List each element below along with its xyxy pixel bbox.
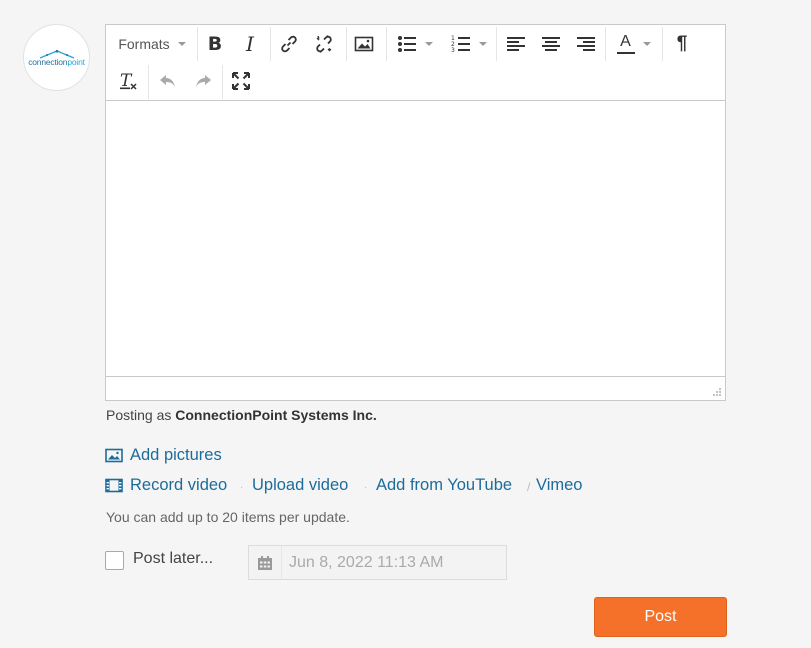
paragraph-icon: ¶ bbox=[676, 33, 688, 54]
unlink-icon bbox=[316, 35, 332, 53]
text-color-glyph: A bbox=[620, 33, 631, 50]
fullscreen-button[interactable] bbox=[227, 65, 255, 97]
bullet-list-icon bbox=[397, 36, 416, 52]
formats-dropdown[interactable]: Formats bbox=[111, 28, 193, 60]
rich-text-editor: Formats B I 1 2 3 A ¶ T bbox=[105, 24, 726, 401]
picture-icon bbox=[105, 448, 123, 463]
text-color-button[interactable]: A bbox=[611, 28, 656, 60]
chevron-down-icon bbox=[177, 42, 186, 46]
editor-content-area[interactable] bbox=[106, 102, 725, 377]
bold-button[interactable]: B bbox=[202, 28, 228, 60]
post-button[interactable]: Post bbox=[594, 597, 727, 637]
align-center-button[interactable] bbox=[538, 28, 564, 60]
redo-button[interactable] bbox=[189, 65, 217, 97]
separator-dot: · bbox=[364, 482, 368, 493]
unlink-button[interactable] bbox=[311, 28, 337, 60]
schedule-date-field bbox=[248, 545, 507, 580]
undo-button[interactable] bbox=[154, 65, 182, 97]
text-color-icon: A bbox=[616, 33, 635, 54]
vimeo-label: Vimeo bbox=[536, 476, 583, 494]
record-video-link[interactable]: Record video bbox=[105, 476, 227, 495]
company-logo-text: connectionpoint bbox=[28, 57, 85, 67]
upload-video-link[interactable]: Upload video bbox=[252, 476, 348, 495]
vimeo-link[interactable]: Vimeo bbox=[536, 476, 582, 495]
align-left-button[interactable] bbox=[503, 28, 529, 60]
posting-as-prefix: Posting as bbox=[106, 407, 172, 423]
italic-button[interactable]: I bbox=[237, 28, 263, 60]
insert-link-button[interactable] bbox=[276, 28, 302, 60]
image-icon bbox=[354, 36, 374, 52]
post-later-label[interactable]: Post later... bbox=[133, 550, 213, 568]
record-video-label: Record video bbox=[130, 476, 228, 494]
add-from-youtube-label: Add from YouTube bbox=[376, 476, 513, 494]
resize-handle-icon[interactable] bbox=[712, 387, 722, 397]
posting-as-text: Posting as ConnectionPoint Systems Inc. bbox=[106, 407, 377, 423]
calendar-icon bbox=[249, 546, 282, 579]
logo-accent-text: point bbox=[67, 56, 85, 67]
align-right-button[interactable] bbox=[573, 28, 599, 60]
fullscreen-icon bbox=[232, 72, 250, 90]
upload-video-label: Upload video bbox=[252, 476, 349, 494]
numbered-list-button[interactable]: 1 2 3 bbox=[446, 28, 491, 60]
insert-image-button[interactable] bbox=[351, 28, 377, 60]
redo-icon bbox=[196, 75, 211, 87]
add-from-youtube-link[interactable]: Add from YouTube bbox=[376, 476, 512, 495]
slash-separator: / bbox=[527, 480, 531, 494]
chevron-down-icon bbox=[642, 42, 651, 46]
schedule-date-input[interactable] bbox=[282, 552, 502, 573]
clear-formatting-button[interactable]: T bbox=[115, 65, 143, 97]
align-right-icon bbox=[577, 37, 595, 51]
formats-label: Formats bbox=[118, 36, 170, 52]
bullet-list-button[interactable] bbox=[392, 28, 437, 60]
align-center-icon bbox=[542, 37, 560, 51]
svg-text:3: 3 bbox=[451, 47, 455, 54]
align-left-icon bbox=[507, 37, 525, 51]
editor-statusbar bbox=[106, 376, 725, 400]
italic-icon: I bbox=[246, 32, 254, 56]
bold-icon: B bbox=[207, 33, 223, 55]
items-limit-note: You can add up to 20 items per update. bbox=[106, 509, 350, 525]
clear-formatting-icon: T bbox=[120, 71, 137, 91]
add-pictures-link[interactable]: Add pictures bbox=[105, 446, 222, 465]
separator-dot: · bbox=[240, 482, 244, 493]
chevron-down-icon bbox=[424, 42, 433, 46]
logo-main-text: connection bbox=[28, 56, 68, 67]
add-pictures-label: Add pictures bbox=[130, 446, 222, 464]
editor-toolbar: Formats B I 1 2 3 A ¶ T bbox=[106, 25, 725, 101]
post-later-checkbox[interactable] bbox=[105, 551, 124, 570]
company-avatar: connectionpoint bbox=[23, 24, 90, 91]
link-icon bbox=[281, 35, 297, 53]
undo-icon bbox=[160, 75, 175, 87]
film-icon bbox=[105, 478, 123, 493]
numbered-list-icon: 1 2 3 bbox=[451, 35, 470, 54]
chevron-down-icon bbox=[478, 42, 487, 46]
posting-as-name: ConnectionPoint Systems Inc. bbox=[175, 407, 377, 423]
show-blocks-button[interactable]: ¶ bbox=[669, 28, 695, 60]
